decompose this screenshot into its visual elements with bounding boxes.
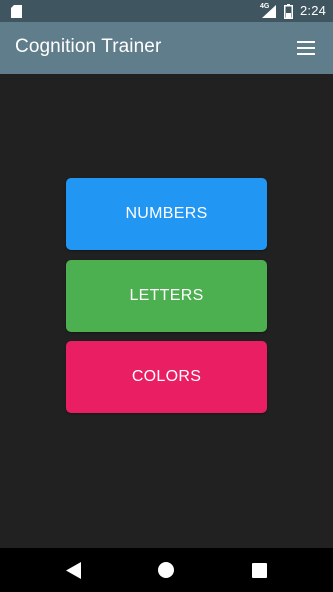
back-icon: [66, 561, 81, 579]
screen: 4G 2:24 Cognition Trainer NUMBERS LETTER…: [0, 0, 333, 592]
recents-icon: [251, 562, 267, 578]
colors-button[interactable]: COLORS: [66, 341, 267, 413]
letters-button[interactable]: LETTERS: [66, 260, 267, 332]
letters-button-label: LETTERS: [129, 287, 204, 304]
colors-button-label: COLORS: [131, 368, 202, 385]
hamburger-menu-icon: [297, 41, 315, 55]
status-bar: 4G 2:24: [0, 0, 333, 22]
home-icon: [158, 562, 174, 578]
recents-button[interactable]: [249, 560, 269, 580]
app-bar: Cognition Trainer: [0, 22, 333, 74]
back-button[interactable]: [64, 560, 84, 580]
battery-icon: [284, 4, 293, 19]
home-button[interactable]: [156, 560, 176, 580]
status-clock: 2:24: [300, 3, 327, 18]
app-title: Cognition Trainer: [15, 36, 162, 57]
menu-button[interactable]: [292, 35, 320, 61]
navigation-bar: [0, 548, 333, 592]
numbers-button[interactable]: NUMBERS: [66, 178, 267, 250]
signal-icon: [262, 5, 276, 18]
sd-card-icon: [11, 5, 22, 18]
numbers-button-label: NUMBERS: [125, 205, 208, 222]
